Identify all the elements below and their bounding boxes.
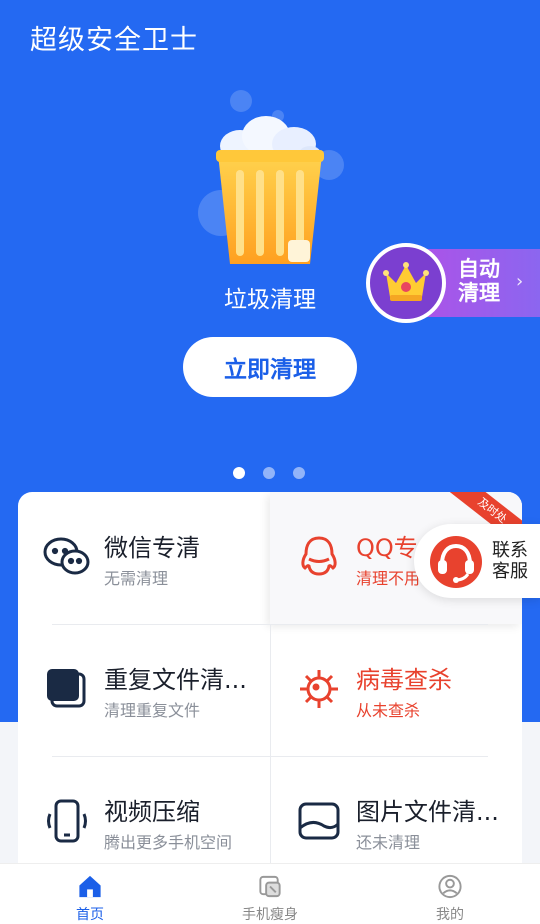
image-icon — [294, 796, 344, 846]
tile-virus-scan[interactable]: 病毒查杀 从未查杀 — [270, 624, 522, 756]
tab-phone-slim[interactable]: 手机瘦身 — [180, 864, 360, 924]
tile-title: 重复文件清... — [104, 666, 247, 694]
app-title: 超级安全卫士 — [30, 25, 198, 56]
virus-icon — [294, 664, 344, 714]
headset-icon — [428, 534, 484, 590]
bottom-tab-bar: 首页 手机瘦身 我的 — [0, 863, 540, 924]
tile-subtitle: 清理重复文件 — [104, 701, 201, 720]
phone-video-icon — [42, 796, 92, 846]
tile-duplicate-files[interactable]: 重复文件清... 清理重复文件 — [18, 624, 270, 756]
customer-service-button[interactable]: 联系 客服 — [414, 524, 540, 598]
tile-subtitle: 无需清理 — [104, 569, 169, 588]
slim-phone-icon — [259, 875, 281, 898]
chevron-right-icon: › — [516, 271, 524, 292]
duplicate-files-icon — [42, 664, 92, 714]
tile-subtitle: 从未查杀 — [356, 701, 421, 720]
tile-title: 微信专清 — [104, 534, 200, 562]
wechat-icon — [42, 532, 92, 582]
profile-icon — [438, 874, 462, 899]
tab-label: 我的 — [436, 907, 464, 923]
auto-clean-label: 自动 清理 — [458, 257, 500, 305]
carousel-dots — [233, 467, 305, 479]
tab-label: 手机瘦身 — [242, 907, 298, 923]
customer-service-label: 联系 客服 — [492, 540, 528, 582]
carousel-dot[interactable] — [263, 467, 275, 479]
tile-subtitle: 腾出更多手机空间 — [104, 833, 233, 852]
trash-bin-icon — [200, 108, 340, 278]
tile-subtitle: 清理不用 — [356, 569, 421, 588]
qq-icon — [294, 532, 344, 582]
crown-icon — [366, 243, 446, 323]
tab-label: 首页 — [76, 907, 104, 923]
carousel-dot[interactable] — [233, 467, 245, 479]
tile-subtitle: 还未清理 — [356, 833, 421, 852]
tab-home[interactable]: 首页 — [0, 864, 180, 924]
tab-profile[interactable]: 我的 — [360, 864, 540, 924]
home-icon — [79, 875, 101, 898]
auto-clean-button[interactable]: 自动 清理 › — [366, 243, 540, 323]
carousel-dot[interactable] — [293, 467, 305, 479]
clean-now-button[interactable]: 立即清理 — [183, 337, 357, 397]
tile-wechat-clean[interactable]: 微信专清 无需清理 — [18, 492, 270, 624]
tile-title: 视频压缩 — [104, 798, 200, 826]
tile-title: 图片文件清... — [356, 798, 499, 826]
tile-title: 病毒查杀 — [356, 666, 452, 694]
